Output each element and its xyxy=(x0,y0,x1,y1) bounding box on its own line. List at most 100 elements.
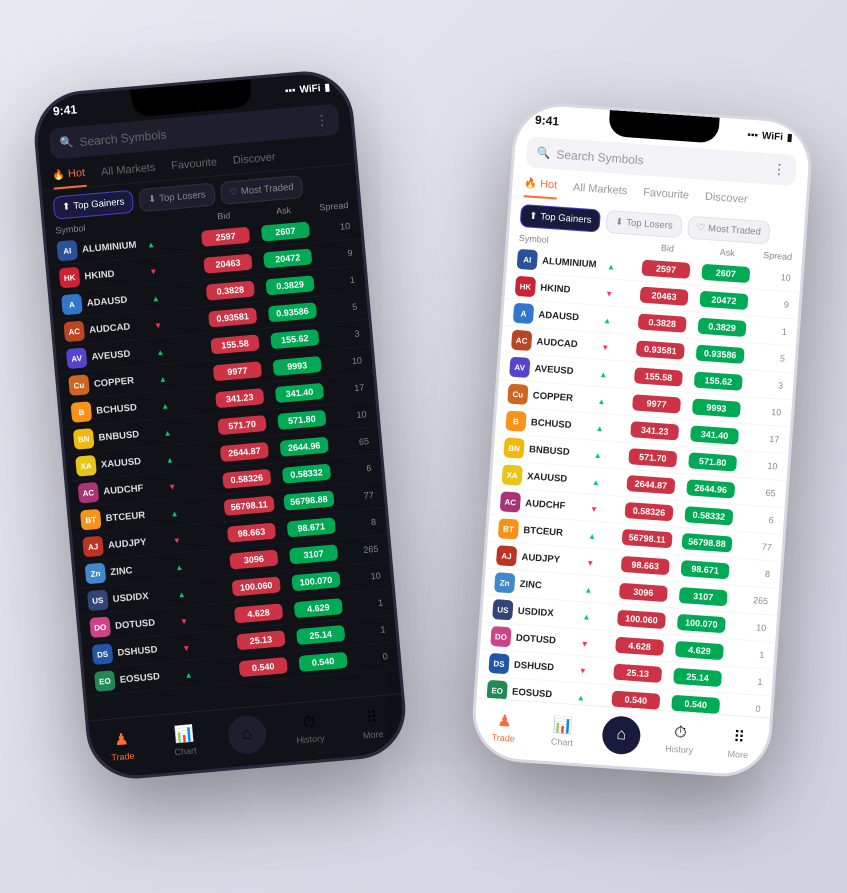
dark-filter-gainers[interactable]: ⬆ Top Gainers xyxy=(52,190,134,220)
spread-cell: 3 xyxy=(324,329,360,342)
ask-cell: 155.62 xyxy=(688,371,749,391)
dark-nav-trade[interactable]: ♟ Trade xyxy=(101,728,144,763)
arrow-up-icon: ▲ xyxy=(607,262,616,272)
bid-badge: 100.060 xyxy=(232,576,281,596)
bid-cell: 2597 xyxy=(195,226,256,247)
light-tab-favourite[interactable]: Favourite xyxy=(642,182,689,209)
light-nav-trade[interactable]: ♟ Trade xyxy=(483,710,525,745)
symbol-cell: HK HKIND xyxy=(515,276,606,302)
bid-cell: 0.540 xyxy=(233,657,294,678)
light-nav-more[interactable]: ⠿ More xyxy=(718,726,760,761)
ask-badge: 0.540 xyxy=(298,652,347,672)
symbol-cell: DO DOTUSD xyxy=(89,610,180,638)
light-tab-allmarkets[interactable]: All Markets xyxy=(572,177,628,205)
arrow-down-icon: ▼ xyxy=(578,666,587,676)
light-filter-gainers[interactable]: ⬆ Top Gainers xyxy=(520,204,602,233)
symbol-name: AUDJPY xyxy=(108,536,147,550)
dark-home-btn[interactable]: ⌂ xyxy=(227,714,268,755)
dark-search-input[interactable]: Search Symbols xyxy=(79,115,310,149)
light-nav-chart[interactable]: 📊 Chart xyxy=(542,714,584,749)
spread-cell: 10 xyxy=(345,571,381,584)
ask-badge: 2607 xyxy=(701,264,750,283)
light-filter-mosttraded[interactable]: ♡ Most Traded xyxy=(687,216,771,245)
dark-tab-discover[interactable]: Discover xyxy=(232,146,277,174)
direction-cell: ▲ xyxy=(606,256,636,276)
light-tab-discover[interactable]: Discover xyxy=(704,186,748,213)
symbol-name: HKIND xyxy=(84,268,115,282)
light-search-input[interactable]: Search Symbols xyxy=(556,147,767,176)
dark-phone-frame: 9:41 ▪▪▪ WiFi ▮ 🔍 Search Symbols ⋮ 🔥 Hot xyxy=(34,71,406,780)
direction-cell: ▼ xyxy=(605,283,635,303)
symbol-cell: DS DSHUSD xyxy=(92,637,183,665)
arrow-down-icon: ▼ xyxy=(149,267,158,277)
symbol-cell: XA XAUUSD xyxy=(502,464,593,490)
symbol-cell: AJ AUDJPY xyxy=(496,545,587,571)
arrow-down-icon: ▼ xyxy=(173,536,182,546)
dark-nav-home[interactable]: ⌂ xyxy=(226,714,269,755)
dark-tab-allmarkets[interactable]: All Markets xyxy=(100,157,156,186)
dark-nav-trade-label: Trade xyxy=(111,751,135,763)
ask-cell: 2644.96 xyxy=(680,479,741,499)
symbol-name: BCHUSD xyxy=(96,402,137,417)
bid-badge: 0.93581 xyxy=(208,307,257,327)
symbol-cell: XA XAUUSD xyxy=(75,449,166,477)
arrow-down-icon: ▼ xyxy=(168,482,177,492)
ask-badge: 9993 xyxy=(273,356,322,376)
symbol-icon: AC xyxy=(63,321,85,343)
ask-cell: 3107 xyxy=(283,544,344,565)
spread-cell: 8 xyxy=(735,567,771,579)
dark-tab-favourite[interactable]: Favourite xyxy=(170,151,218,179)
symbol-name: ADAUSD xyxy=(538,309,579,323)
light-nav-home[interactable]: ⌂ xyxy=(600,715,643,756)
light-menu-dots[interactable]: ⋮ xyxy=(772,160,787,178)
dark-filter-losers[interactable]: ⬇ Top Losers xyxy=(138,183,215,212)
symbol-name: EOSUSD xyxy=(119,671,160,685)
ask-cell: 9993 xyxy=(267,355,328,376)
spread-cell: 1 xyxy=(350,624,386,637)
bid-cell: 571.70 xyxy=(212,414,273,435)
spread-cell: 1 xyxy=(320,275,356,288)
light-nav-history[interactable]: ⏱ History xyxy=(659,723,701,756)
symbol-icon: DS xyxy=(488,653,509,674)
arrow-up-icon: ▲ xyxy=(594,451,603,461)
symbol-name: AVEUSD xyxy=(534,363,574,377)
light-battery-icon: ▮ xyxy=(787,132,793,143)
symbol-cell: AI ALUMINIUM xyxy=(56,234,147,262)
ask-badge: 56798.88 xyxy=(682,533,733,552)
bid-badge: 2597 xyxy=(641,260,690,279)
ask-badge: 0.93586 xyxy=(268,302,317,322)
home-icon: ⌂ xyxy=(241,725,252,744)
ask-cell: 100.070 xyxy=(285,571,346,592)
light-status-time: 9:41 xyxy=(535,113,560,129)
light-col-dir xyxy=(608,239,638,251)
light-tab-hot[interactable]: 🔥 Hot xyxy=(524,173,558,199)
dark-nav-more[interactable]: ⠿ More xyxy=(351,706,394,741)
symbol-cell: BN BNBUSD xyxy=(73,422,164,450)
dark-filter-mosttraded[interactable]: ♡ Most Traded xyxy=(219,175,303,205)
symbol-icon: US xyxy=(492,599,513,620)
bid-cell: 2644.87 xyxy=(214,441,275,462)
trade-icon: ♟ xyxy=(113,729,129,750)
symbol-icon: XA xyxy=(502,464,523,485)
dark-tab-hot[interactable]: 🔥 Hot xyxy=(52,163,87,190)
arrow-down-icon: ▼ xyxy=(154,321,163,331)
symbol-name: AUDCAD xyxy=(89,321,131,336)
spread-cell: 3 xyxy=(748,378,784,390)
direction-cell: ▼ xyxy=(601,337,631,357)
symbol-icon: Cu xyxy=(507,384,528,405)
direction-cell: ▲ xyxy=(591,472,621,492)
dark-nav-history[interactable]: ⏱ History xyxy=(288,713,330,746)
light-home-btn[interactable]: ⌂ xyxy=(601,715,642,756)
symbol-name: DOTUSD xyxy=(516,632,557,646)
dark-nav-chart[interactable]: 📊 Chart xyxy=(163,723,206,758)
bid-cell: 4.628 xyxy=(609,636,670,656)
dark-nav-more-label: More xyxy=(363,729,384,741)
light-nav-trade-label: Trade xyxy=(491,732,515,744)
light-filter-losers[interactable]: ⬇ Top Losers xyxy=(606,210,683,238)
col-spread: Spread xyxy=(313,200,349,213)
symbol-icon: A xyxy=(61,294,83,316)
ask-badge: 571.80 xyxy=(688,452,737,471)
dark-menu-dots[interactable]: ⋮ xyxy=(314,111,329,129)
ask-cell: 341.40 xyxy=(269,382,330,403)
dark-filter-mosttraded-label: Most Traded xyxy=(240,182,294,198)
